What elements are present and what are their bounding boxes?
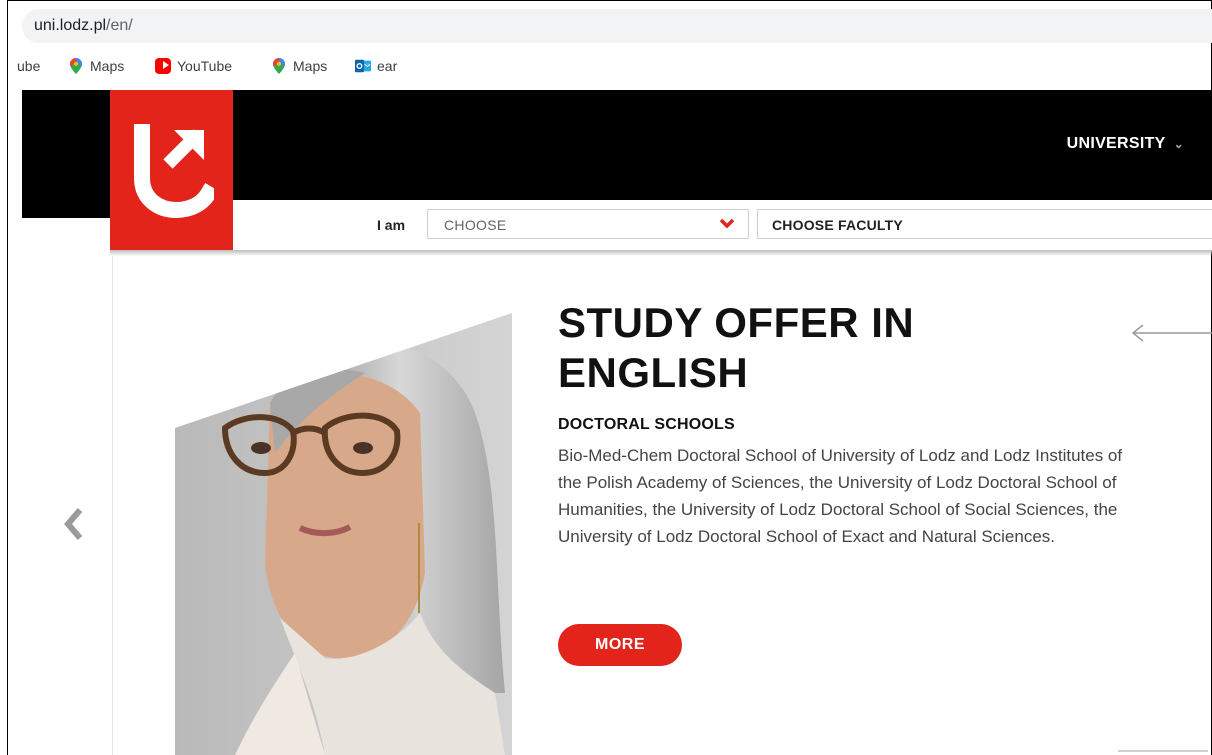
university-logo[interactable] <box>110 90 233 250</box>
role-select-value: CHOOSE <box>444 217 507 233</box>
bookmark-youtube[interactable]: YouTube <box>155 58 232 74</box>
window-frame-left <box>7 0 8 755</box>
faculty-select-value: CHOOSE FACULTY <box>772 217 903 233</box>
hero-title: STUDY OFFER IN ENGLISH <box>558 299 915 396</box>
chevron-left-icon[interactable] <box>62 506 86 542</box>
logo-mark-icon <box>134 124 214 218</box>
address-text: uni.lodz.pl/en/ <box>34 17 133 35</box>
outlook-icon <box>355 59 371 73</box>
bookmark-label: YouTube <box>177 58 233 74</box>
bookmarks-bar: ube Maps YouTube Maps ear <box>17 53 1212 81</box>
youtube-icon <box>155 58 171 74</box>
address-host: uni.lodz.pl <box>34 17 107 34</box>
bookmark-maps-2[interactable]: Maps <box>271 58 327 74</box>
selector-shadow <box>110 250 1212 256</box>
more-button[interactable]: MORE <box>558 624 682 666</box>
header-left-strip <box>22 200 110 218</box>
maps-pin-icon <box>70 58 82 74</box>
iam-label: I am <box>377 217 406 233</box>
hero-subtitle: DOCTORAL SCHOOLS <box>558 416 735 433</box>
bookmark-label: Maps <box>293 58 328 74</box>
hero-description: Bio-Med-Chem Doctoral School of Universi… <box>558 446 1123 546</box>
bookmark-maps-1[interactable]: Maps <box>68 58 124 74</box>
hero-portrait-image <box>175 313 512 755</box>
maps-pin-icon <box>273 58 285 74</box>
bookmark-label: ube <box>17 58 41 74</box>
bookmark-youtube-partial[interactable]: ube <box>17 58 40 74</box>
faculty-select[interactable]: CHOOSE FACULTY <box>757 209 1212 239</box>
chevron-down-icon <box>720 218 734 228</box>
role-select[interactable]: CHOOSE <box>427 209 749 239</box>
chevron-down-icon: ⌄ <box>1173 137 1184 151</box>
address-bar[interactable]: uni.lodz.pl/en/ <box>22 9 1212 43</box>
scroll-indicator <box>1118 750 1208 752</box>
bookmark-label: Maps <box>90 58 125 74</box>
bookmark-label: ear <box>377 58 398 74</box>
bookmark-outlook[interactable]: ear <box>355 58 397 74</box>
window-frame-top <box>7 0 1212 1</box>
content-divider <box>112 256 113 755</box>
nav-university[interactable]: UNIVERSITY ⌄ <box>1067 135 1184 153</box>
address-path: /en/ <box>106 17 133 34</box>
arrow-left-icon[interactable] <box>1130 322 1212 344</box>
nav-university-label: UNIVERSITY <box>1066 135 1166 152</box>
